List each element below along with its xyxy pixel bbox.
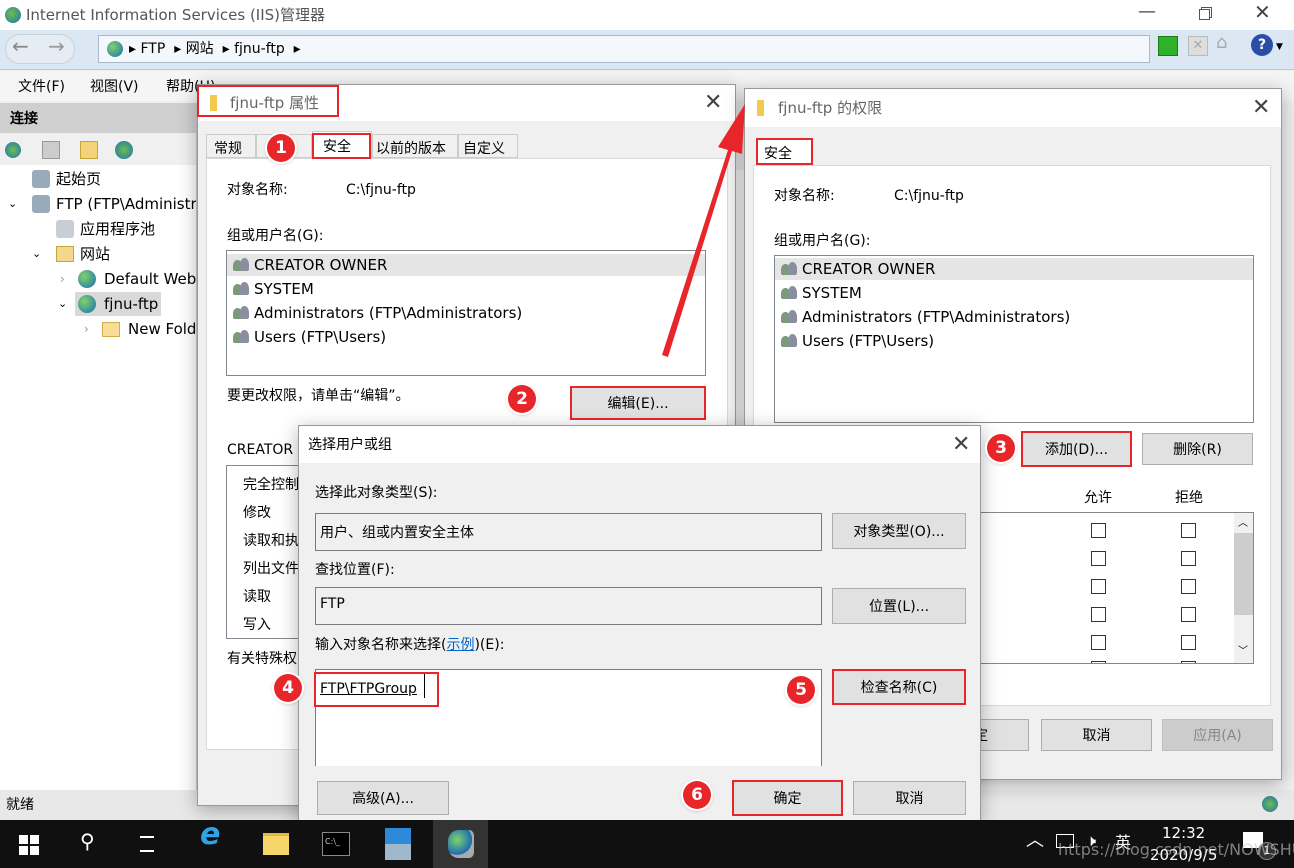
watermark: https://blog.csdn.net/NOWSHUT bbox=[1058, 840, 1294, 859]
step-marker-4: 4 bbox=[274, 674, 302, 702]
step-marker-6: 6 bbox=[683, 781, 711, 809]
iis-manager-taskbar-icon[interactable] bbox=[448, 830, 474, 858]
search-icon[interactable]: ⚲ bbox=[80, 831, 95, 851]
task-view-icon[interactable] bbox=[140, 836, 154, 852]
step-marker-5: 5 bbox=[787, 676, 815, 704]
step-marker-2: 2 bbox=[508, 385, 536, 413]
step-marker-3: 3 bbox=[987, 434, 1015, 462]
show-hidden-icons[interactable]: ︿ bbox=[1026, 832, 1044, 850]
annotation-arrow bbox=[662, 104, 745, 357]
server-manager-icon[interactable] bbox=[385, 828, 411, 860]
taskbar: ⚲ e C:\_ ︿ 🕨 英 12:32 2020/9/5 1 https://… bbox=[0, 820, 1294, 868]
start-button[interactable] bbox=[19, 835, 39, 855]
internet-explorer-icon[interactable]: e bbox=[200, 820, 220, 850]
command-prompt-icon[interactable]: C:\_ bbox=[322, 832, 350, 856]
file-explorer-icon[interactable] bbox=[263, 833, 289, 855]
arrow-shape bbox=[662, 104, 745, 357]
step-marker-1: 1 bbox=[267, 134, 295, 162]
